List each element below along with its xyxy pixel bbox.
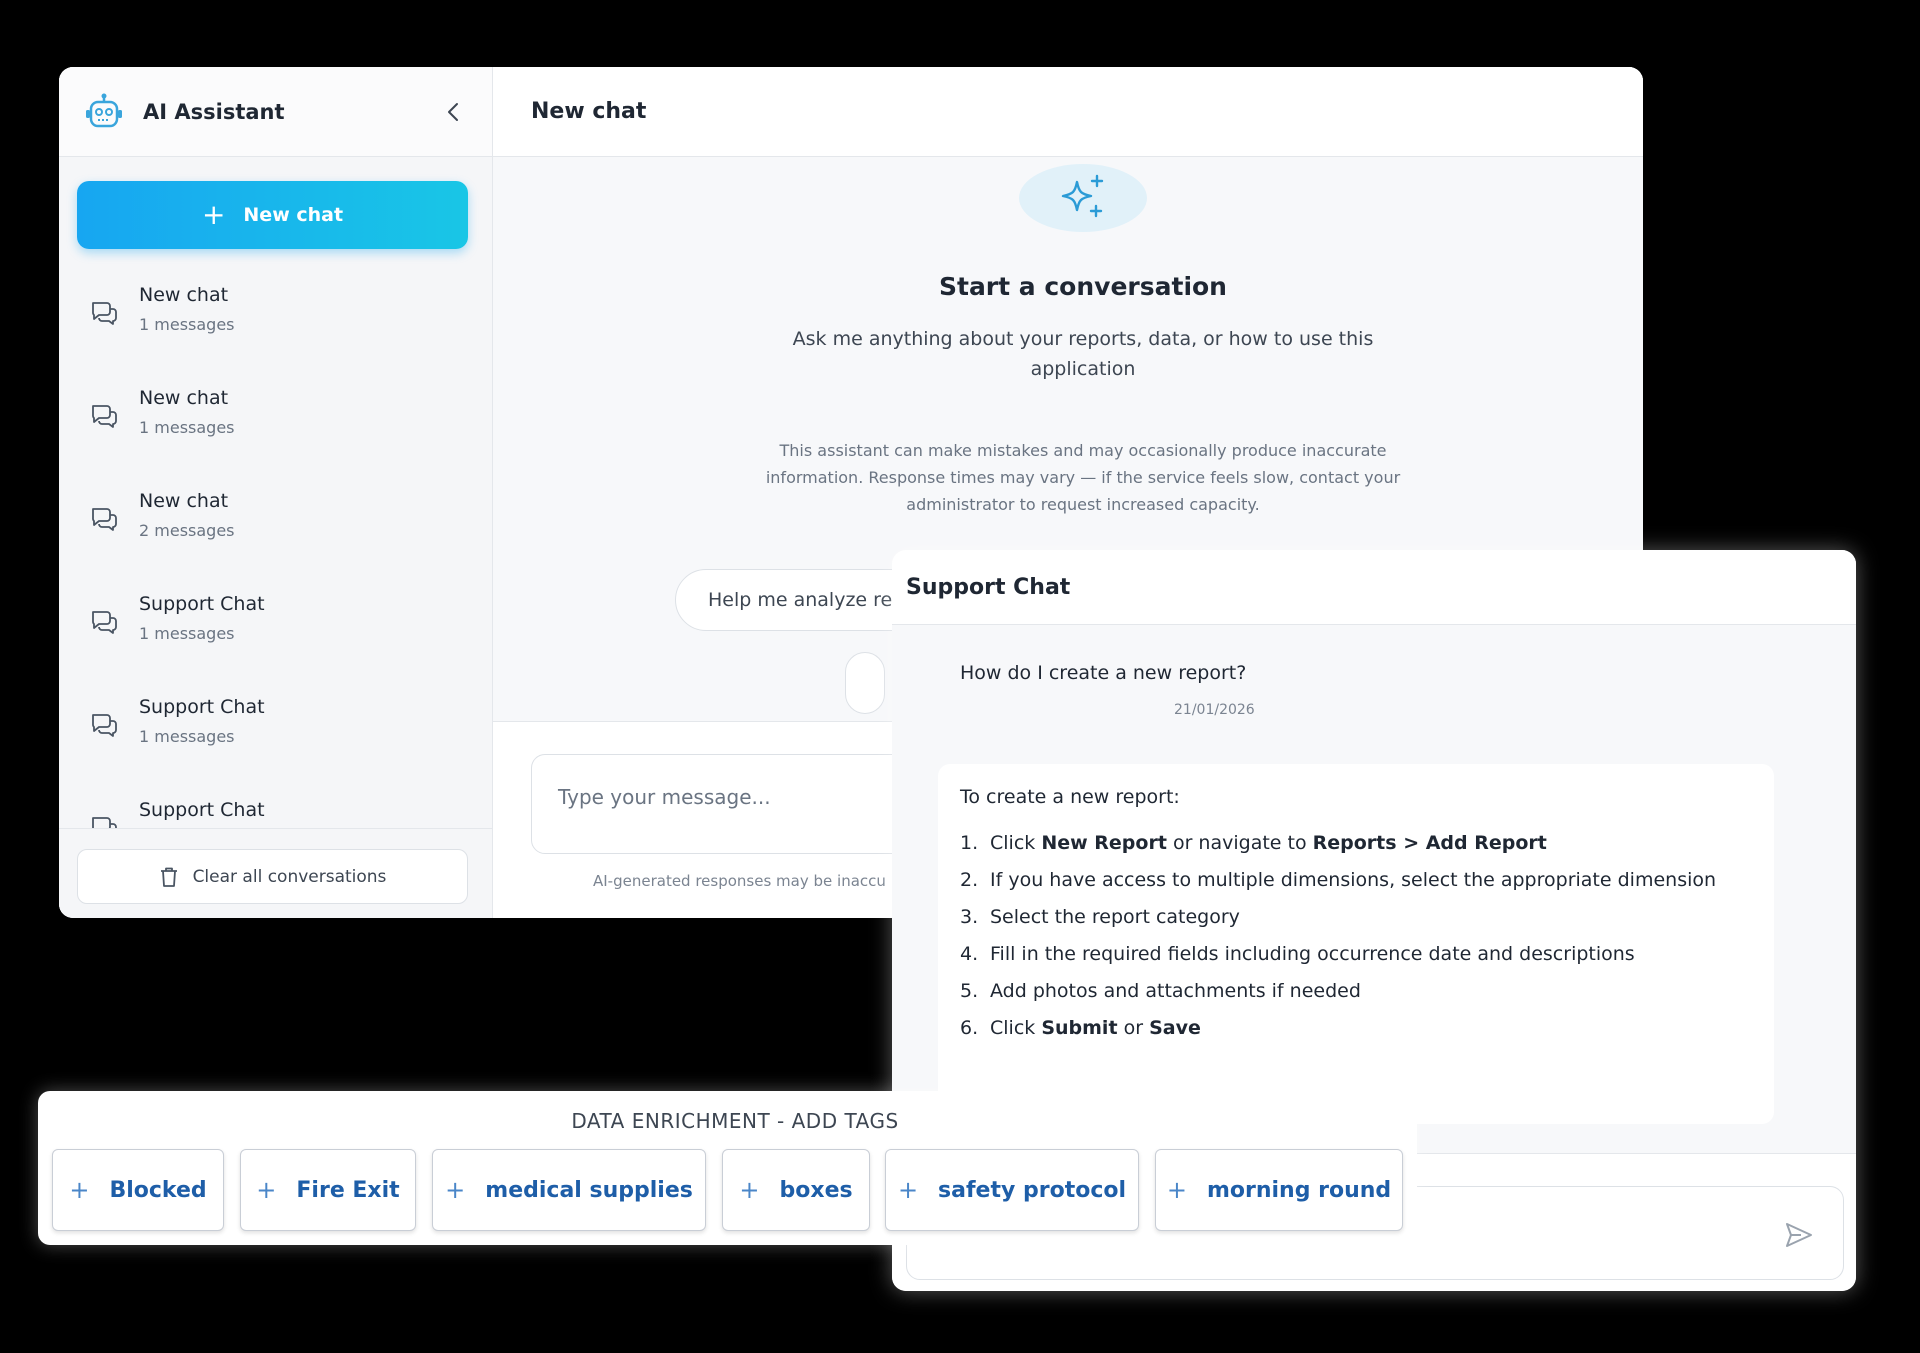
chat-bubbles-icon — [92, 405, 117, 428]
step-number: 6. — [960, 1017, 979, 1039]
step-number: 4. — [960, 943, 979, 965]
tag-button-medical-supplies[interactable]: + medical supplies — [432, 1149, 706, 1231]
steps-list: 1. Click New Report or navigate to Repor… — [960, 828, 1750, 1050]
conversation-item[interactable]: Support Chat 1 messages — [59, 679, 492, 782]
empty-state-subtitle: Ask me anything about your reports, data… — [792, 328, 1374, 380]
step-text: Select the report category — [990, 906, 1240, 928]
step-number: 1. — [960, 832, 979, 854]
chat-bubbles-icon — [92, 508, 117, 531]
chevron-left-icon[interactable] — [438, 97, 468, 127]
suggestion-label: Help me analyze re — [708, 589, 893, 611]
plus-icon: + — [201, 198, 226, 231]
step-text: or navigate to — [1166, 832, 1313, 854]
conversation-count: 1 messages — [139, 315, 235, 334]
conversation-title: New chat — [139, 387, 229, 409]
tag-button-blocked[interactable]: + Blocked — [52, 1149, 224, 1231]
conversation-title: Support Chat — [139, 593, 265, 615]
conversation-item[interactable]: Support Chat 1 messages — [59, 576, 492, 679]
tag-label: medical supplies — [485, 1177, 693, 1203]
tag-label: safety protocol — [938, 1177, 1127, 1203]
list-item: 6. Click Submit or Save — [960, 1013, 1750, 1044]
conversation-item[interactable]: New chat 1 messages — [59, 370, 492, 473]
tag-label: morning round — [1206, 1177, 1392, 1203]
assistant-message: To create a new report: 1. Click New Rep… — [938, 764, 1774, 1124]
step-bold: New Report — [1041, 832, 1167, 854]
conversation-list: New chat 1 messages New chat 1 messages … — [59, 267, 492, 894]
message-input-placeholder: Type your message... — [558, 785, 771, 809]
robot-icon — [83, 91, 125, 133]
step-bold: Save — [1149, 1017, 1201, 1039]
conversation-count: 1 messages — [139, 624, 235, 643]
conversation-count: 1 messages — [139, 418, 235, 437]
chat-bubbles-icon — [92, 611, 117, 634]
step-text: or — [1117, 1017, 1150, 1039]
suggestion-chip[interactable] — [845, 652, 885, 714]
sidebar-header: AI Assistant — [59, 67, 492, 157]
list-item: 4. Fill in the required fields including… — [960, 939, 1750, 970]
sidebar: AI Assistant + New chat New chat 1 messa… — [59, 67, 493, 918]
list-item: 3. Select the report category — [960, 902, 1750, 933]
step-number: 3. — [960, 906, 979, 928]
plus-icon: + — [897, 1176, 919, 1204]
step-bold: Submit — [1041, 1017, 1118, 1039]
support-title: Support Chat — [906, 574, 1071, 600]
tag-button-boxes[interactable]: + boxes — [722, 1149, 870, 1231]
conversation-count: 2 messages — [139, 521, 235, 540]
conversation-title: New chat — [139, 490, 229, 512]
app-title: AI Assistant — [143, 99, 285, 124]
step-text: Click — [990, 1017, 1042, 1039]
send-icon[interactable] — [1783, 1219, 1815, 1251]
disclaimer-text: This assistant can make mistakes and may… — [765, 441, 1401, 514]
new-chat-button[interactable]: + New chat — [77, 181, 468, 249]
step-number: 2. — [960, 869, 979, 891]
new-chat-label: New chat — [243, 204, 344, 226]
user-message: How do I create a new report? — [960, 662, 1247, 684]
step-bold: Reports > Add Report — [1312, 832, 1547, 854]
tag-label: Fire Exit — [296, 1177, 400, 1203]
enrichment-title: DATA ENRICHMENT - ADD TAGS — [571, 1109, 899, 1133]
step-number: 5. — [960, 980, 979, 1002]
chat-bubbles-icon — [92, 302, 117, 325]
list-item: 2. If you have access to multiple dimens… — [960, 865, 1750, 896]
tag-label: Blocked — [109, 1177, 207, 1203]
list-item: 1. Click New Report or navigate to Repor… — [960, 828, 1750, 859]
chat-title: New chat — [531, 99, 647, 124]
tag-button-morning-round[interactable]: + morning round — [1155, 1149, 1403, 1231]
message-date: 21/01/2026 — [1174, 702, 1255, 718]
conversation-item[interactable]: New chat 1 messages — [59, 267, 492, 370]
conversation-title: Support Chat — [139, 696, 265, 718]
step-text: Click — [990, 832, 1042, 854]
trash-icon — [160, 867, 177, 887]
chat-header: New chat — [493, 67, 1643, 157]
tag-button-fire-exit[interactable]: + Fire Exit — [240, 1149, 416, 1231]
conversation-item[interactable]: New chat 2 messages — [59, 473, 492, 576]
sparkles-icon — [1019, 164, 1147, 232]
conversation-count: 1 messages — [139, 727, 235, 746]
step-text: Add photos and attachments if needed — [990, 980, 1361, 1002]
plus-icon: + — [1166, 1176, 1187, 1204]
support-header: Support Chat — [892, 550, 1856, 625]
tag-button-safety-protocol[interactable]: + safety protocol — [885, 1149, 1139, 1231]
empty-state-title: Start a conversation — [938, 272, 1227, 301]
plus-icon: + — [256, 1176, 277, 1204]
conversation-title: New chat — [139, 284, 229, 306]
data-enrichment-panel: DATA ENRICHMENT - ADD TAGS + Blocked + F… — [38, 1091, 1417, 1245]
plus-icon: + — [739, 1176, 760, 1204]
clear-conversations-label: Clear all conversations — [192, 866, 387, 887]
plus-icon: + — [69, 1176, 90, 1204]
ai-note: AI-generated responses may be inaccu — [593, 872, 886, 890]
sidebar-footer: Clear all conversations — [59, 828, 492, 918]
list-item: 5. Add photos and attachments if needed — [960, 976, 1750, 1007]
tag-label: boxes — [779, 1177, 853, 1203]
assistant-intro: To create a new report: — [960, 786, 1180, 808]
clear-conversations-button[interactable]: Clear all conversations — [77, 849, 468, 904]
step-text: Fill in the required fields including oc… — [990, 943, 1635, 965]
plus-icon: + — [445, 1176, 466, 1204]
chat-bubbles-icon — [92, 714, 117, 737]
step-text: If you have access to multiple dimension… — [990, 869, 1717, 891]
conversation-title: Support Chat — [139, 799, 265, 821]
